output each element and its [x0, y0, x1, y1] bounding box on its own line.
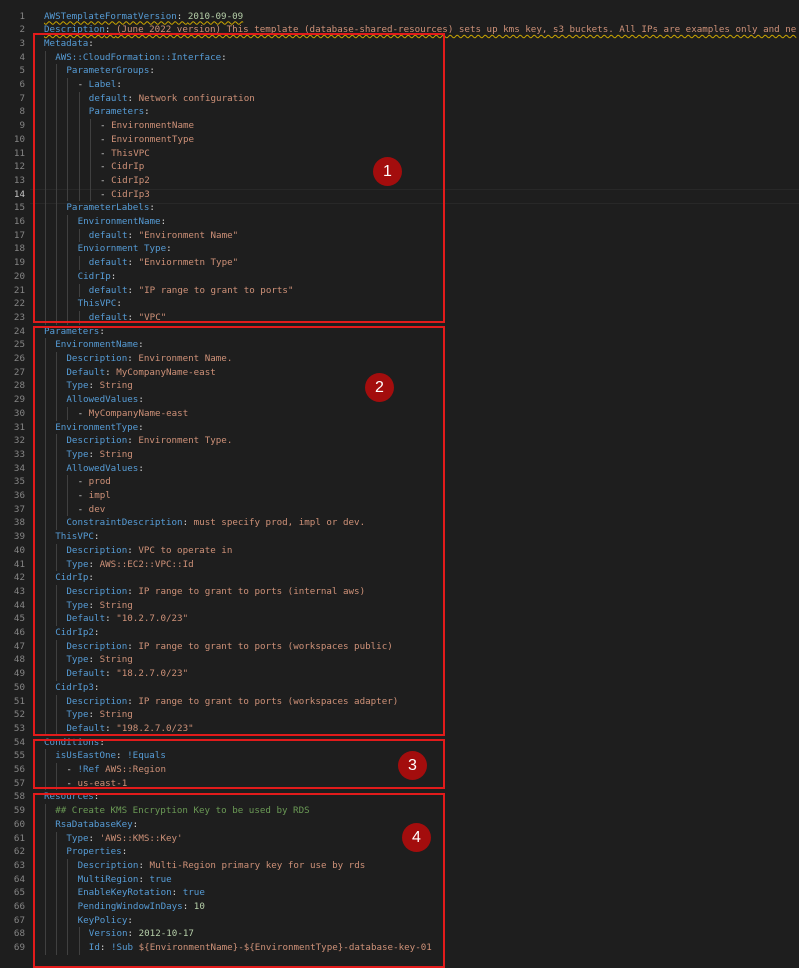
- code-token: AWSTemplateFormatVersion: [44, 10, 177, 22]
- line-number: 15: [13, 202, 25, 214]
- code-token: 2010-09-09: [187, 10, 244, 22]
- line-number: 9: [19, 120, 25, 132]
- line-number: 55: [13, 750, 25, 762]
- code-token: :: [176, 10, 188, 22]
- line-number: 56: [13, 764, 25, 775]
- line-number: 8: [19, 106, 25, 118]
- line-number: 35: [13, 476, 25, 488]
- line-number: 42: [13, 572, 25, 584]
- line-number: 62: [13, 846, 25, 858]
- line-number: 16: [13, 216, 25, 227]
- line-number: 25: [13, 339, 25, 351]
- annotation-badge-4: 4: [402, 823, 431, 852]
- line-number: 12: [13, 161, 25, 173]
- line-number: 51: [13, 695, 25, 707]
- line-number: 48: [13, 654, 25, 666]
- line-number: 52: [13, 709, 25, 721]
- line-number: 31: [13, 421, 25, 433]
- line-number: 23: [13, 311, 25, 323]
- line-number: 6: [19, 79, 25, 90]
- line-number: 20: [13, 270, 25, 282]
- line-number: 39: [13, 531, 25, 543]
- line-number: 38: [13, 517, 25, 529]
- line-number: 26: [13, 353, 25, 364]
- line-number: 49: [13, 668, 25, 680]
- line-number: 10: [13, 133, 25, 145]
- annotation-box-4: [33, 793, 445, 968]
- line-number: 14: [13, 188, 25, 200]
- line-number: 11: [13, 147, 25, 159]
- line-number: 61: [13, 832, 25, 844]
- line-number: 60: [13, 818, 25, 830]
- line-number: 18: [13, 243, 25, 255]
- annotation-badge-3: 3: [398, 751, 427, 780]
- line-number: 67: [13, 914, 25, 926]
- line-number: 4: [19, 51, 25, 63]
- line-number: 7: [19, 92, 25, 104]
- line-code: AWSTemplateFormatVersion: 2010-09-09: [44, 10, 243, 24]
- line-number: 66: [13, 901, 25, 912]
- line-number: 57: [13, 777, 25, 789]
- line-number: 59: [13, 805, 25, 817]
- line-number: 28: [13, 380, 25, 392]
- line-number: 69: [13, 942, 25, 954]
- line-number: 37: [13, 503, 25, 515]
- line-number: 43: [13, 585, 25, 597]
- line-number: 5: [19, 65, 25, 77]
- line-number: 53: [13, 722, 25, 734]
- line-number: 21: [13, 284, 25, 296]
- line-number: 19: [13, 257, 25, 269]
- line-number: 68: [13, 928, 25, 940]
- line-number: 63: [13, 859, 25, 871]
- line-number: 36: [13, 490, 25, 501]
- line-number: 17: [13, 229, 25, 241]
- line-number: 45: [13, 613, 25, 625]
- line-number: 30: [13, 407, 25, 419]
- line-number: 13: [13, 174, 25, 186]
- line-number: 54: [13, 736, 25, 748]
- line-number: 2: [19, 24, 25, 36]
- annotation-badge-2: 2: [365, 373, 394, 402]
- line-number: 22: [13, 298, 25, 310]
- line-number: 27: [13, 366, 25, 378]
- line-number: 47: [13, 640, 25, 652]
- line-number: 32: [13, 435, 25, 447]
- line-number: 33: [13, 448, 25, 460]
- line-number: 58: [13, 791, 25, 803]
- line-number: 65: [13, 887, 25, 899]
- line-number: 41: [13, 558, 25, 570]
- annotation-badge-1: 1: [373, 157, 402, 186]
- annotation-box-3: [33, 739, 445, 789]
- line-number: 34: [13, 462, 25, 474]
- line-number: 50: [13, 681, 25, 693]
- line-number: 29: [13, 394, 25, 406]
- line-number: 3: [19, 37, 25, 49]
- line-number: 1: [19, 10, 25, 22]
- code-line[interactable]: 1 AWSTemplateFormatVersion: 2010-09-09: [0, 10, 799, 24]
- line-number: 64: [13, 873, 25, 885]
- line-number: 44: [13, 599, 25, 611]
- line-number: 40: [13, 544, 25, 556]
- line-number: 46: [13, 627, 25, 638]
- line-number: 24: [13, 325, 25, 337]
